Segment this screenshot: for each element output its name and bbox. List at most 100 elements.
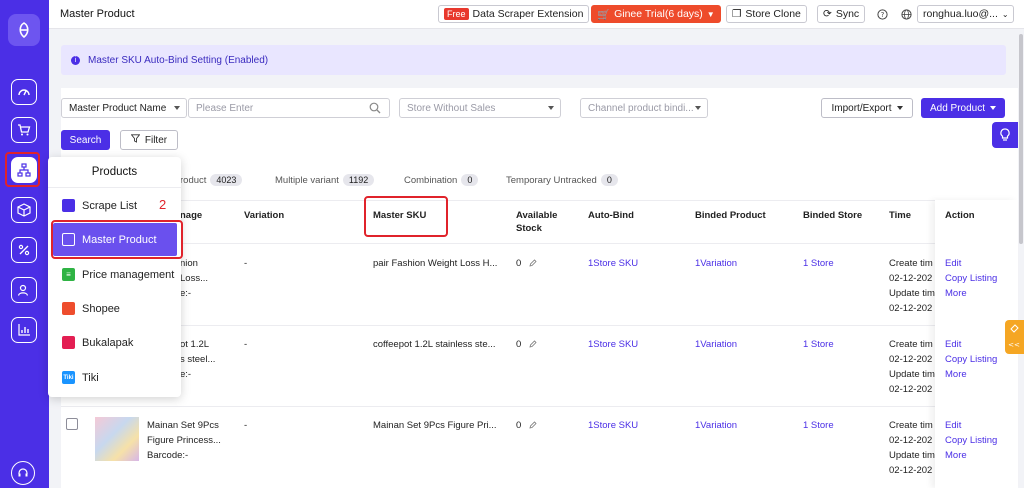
table-row-1-stock: 0 bbox=[516, 258, 537, 269]
cart-icon[interactable] bbox=[11, 117, 37, 143]
copy-listing-link[interactable]: Copy Listing bbox=[945, 352, 997, 367]
sync-button[interactable]: ⟳ Sync bbox=[817, 5, 866, 23]
page-scrollbar[interactable] bbox=[1019, 29, 1024, 488]
update-time-value: 02-12-202 bbox=[889, 303, 933, 314]
table-row-1-binded-store-link[interactable]: 1 Store bbox=[803, 258, 834, 269]
more-link[interactable]: More bbox=[945, 367, 997, 382]
product-thumbnail-image[interactable] bbox=[95, 417, 139, 461]
more-link[interactable]: More bbox=[945, 448, 997, 463]
tab-count-badge: 0 bbox=[600, 174, 618, 186]
row-select-checkbox[interactable] bbox=[66, 418, 78, 430]
auto-bind-banner[interactable]: i Master SKU Auto-Bind Setting (Enabled) bbox=[61, 45, 1006, 75]
table-row-1-time: Create tim 02-12-202 Update tim 02-12-20… bbox=[889, 256, 935, 316]
edit-link[interactable]: Edit bbox=[945, 256, 997, 271]
menu-item-label: Price management bbox=[82, 268, 175, 281]
menu-item-price-management[interactable]: ≡ Price management bbox=[53, 258, 177, 291]
pencil-edit-icon[interactable] bbox=[529, 340, 537, 348]
search-field-value: Master Product Name bbox=[69, 102, 167, 114]
highlight-box-master-product bbox=[51, 220, 183, 259]
import-export-button[interactable]: Import/Export bbox=[821, 98, 913, 118]
table-row-2-binded-product-link[interactable]: 1Variation bbox=[695, 339, 737, 350]
table-row-1-product-name[interactable]: nion Loss... e:- bbox=[180, 256, 230, 301]
customers-icon[interactable] bbox=[11, 277, 37, 303]
caret-down-icon bbox=[695, 106, 701, 110]
table-row-3-binded-store-link[interactable]: 1 Store bbox=[803, 420, 834, 431]
table-row-1-binded-product-link[interactable]: 1Variation bbox=[695, 258, 737, 269]
import-export-label: Import/Export bbox=[831, 102, 892, 114]
edit-link[interactable]: Edit bbox=[945, 337, 997, 352]
sync-icon: ⟳ bbox=[823, 8, 832, 20]
column-header-time: Time bbox=[889, 210, 912, 221]
dashboard-icon[interactable] bbox=[11, 79, 37, 105]
store-clone-button[interactable]: ❐ Store Clone bbox=[726, 5, 807, 23]
table-row-3-auto-bind-link[interactable]: 1Store SKU bbox=[588, 420, 638, 431]
create-time-label: Create tim bbox=[889, 258, 933, 269]
column-header-binded-product: Binded Product bbox=[695, 210, 766, 221]
highlight-box-master-sku bbox=[364, 196, 448, 237]
copy-listing-link[interactable]: Copy Listing bbox=[945, 433, 997, 448]
left-rail bbox=[0, 0, 49, 488]
search-input[interactable]: Please Enter bbox=[188, 98, 390, 118]
package-box-icon[interactable] bbox=[11, 197, 37, 223]
ginee-logo-icon[interactable] bbox=[8, 14, 40, 46]
tab-count-badge: 1192 bbox=[342, 174, 375, 186]
create-time-label: Create tim bbox=[889, 339, 933, 350]
menu-item-bukalapak[interactable]: Bukalapak bbox=[53, 326, 177, 359]
table-row-3-variation: - bbox=[244, 420, 248, 431]
ginee-trial-button[interactable]: 🛒 Ginee Trial(6 days) ▼ bbox=[591, 5, 721, 23]
table-row-3-product-name[interactable]: Mainan Set 9Pcs Figure Princess... Barco… bbox=[147, 418, 227, 463]
top-bar: Master Product Free Data Scraper Extensi… bbox=[49, 0, 1024, 29]
tab-temporary-untracked[interactable]: Temporary Untracked 0 bbox=[506, 174, 618, 186]
tab-label: roduct bbox=[180, 174, 207, 186]
product-name-line: nion bbox=[180, 258, 198, 269]
channel-binding-select[interactable]: Channel product bindi... bbox=[580, 98, 708, 118]
more-link[interactable]: More bbox=[945, 286, 997, 301]
table-row-2-master-sku: coffeepot 1.2L stainless ste... bbox=[373, 339, 496, 350]
search-button[interactable]: Search bbox=[61, 130, 110, 150]
table-row-2-auto-bind-link[interactable]: 1Store SKU bbox=[588, 339, 638, 350]
copy-listing-link[interactable]: Copy Listing bbox=[945, 271, 997, 286]
table-row-2-binded-store-link[interactable]: 1 Store bbox=[803, 339, 834, 350]
table-row-2-time: Create tim 02-12-202 Update tim 02-12-20… bbox=[889, 337, 935, 397]
table-row-3-actions: Edit Copy Listing More bbox=[945, 418, 997, 463]
table-row-1-auto-bind-link[interactable]: 1Store SKU bbox=[588, 258, 638, 269]
edit-link[interactable]: Edit bbox=[945, 418, 997, 433]
data-scraper-extension-button[interactable]: Free Data Scraper Extension bbox=[438, 5, 590, 23]
table-row-3-binded-product-link[interactable]: 1Variation bbox=[695, 420, 737, 431]
update-time-label: Update tim bbox=[889, 450, 935, 461]
table-row-2-product-name[interactable]: ot 1.2L s steel... e:- bbox=[180, 337, 230, 382]
create-time-value: 02-12-202 bbox=[889, 435, 933, 446]
table-row-2-variation: - bbox=[244, 339, 248, 350]
table-row-3-time: Create tim 02-12-202 Update tim 02-12-20… bbox=[889, 418, 935, 478]
user-account-dropdown[interactable]: ronghua.luo@... ⌄ bbox=[917, 5, 1014, 23]
search-placeholder: Please Enter bbox=[196, 102, 254, 114]
product-name-line: Figure Princess... bbox=[147, 435, 221, 446]
promotion-percent-icon[interactable] bbox=[11, 237, 37, 263]
search-field-select[interactable]: Master Product Name bbox=[61, 98, 187, 118]
report-chart-icon[interactable] bbox=[11, 317, 37, 343]
lightbulb-tips-icon[interactable] bbox=[992, 122, 1018, 148]
floating-helper-tab[interactable]: << bbox=[1005, 320, 1024, 354]
barcode-text: e:- bbox=[180, 369, 192, 380]
help-question-icon[interactable]: ? bbox=[875, 7, 889, 21]
tab-label: Combination bbox=[404, 174, 458, 186]
pencil-edit-icon[interactable] bbox=[529, 421, 537, 429]
tab-multiple-variant[interactable]: Multiple variant 1192 bbox=[275, 174, 375, 186]
svg-text:?: ? bbox=[880, 11, 884, 19]
add-product-button[interactable]: Add Product bbox=[921, 98, 1005, 118]
filter-label: Filter bbox=[144, 134, 168, 146]
filter-button[interactable]: Filter bbox=[120, 130, 178, 150]
pencil-edit-icon[interactable] bbox=[529, 259, 537, 267]
store-without-sales-select[interactable]: Store Without Sales bbox=[399, 98, 561, 118]
tiki-logo-icon: Tiki bbox=[62, 371, 75, 384]
tab-all-product[interactable]: roduct 4023 bbox=[180, 174, 243, 186]
menu-item-tiki[interactable]: Tiki Tiki bbox=[53, 361, 177, 394]
menu-item-shopee[interactable]: Shopee bbox=[53, 292, 177, 325]
menu-item-label: Bukalapak bbox=[82, 336, 134, 349]
tab-label: Temporary Untracked bbox=[506, 174, 597, 186]
globe-language-icon[interactable] bbox=[899, 7, 913, 21]
tab-combination[interactable]: Combination 0 bbox=[404, 174, 479, 186]
scrollbar-thumb[interactable] bbox=[1019, 34, 1023, 244]
headset-support-icon[interactable] bbox=[11, 461, 35, 485]
shopee-bag-icon bbox=[62, 302, 75, 315]
